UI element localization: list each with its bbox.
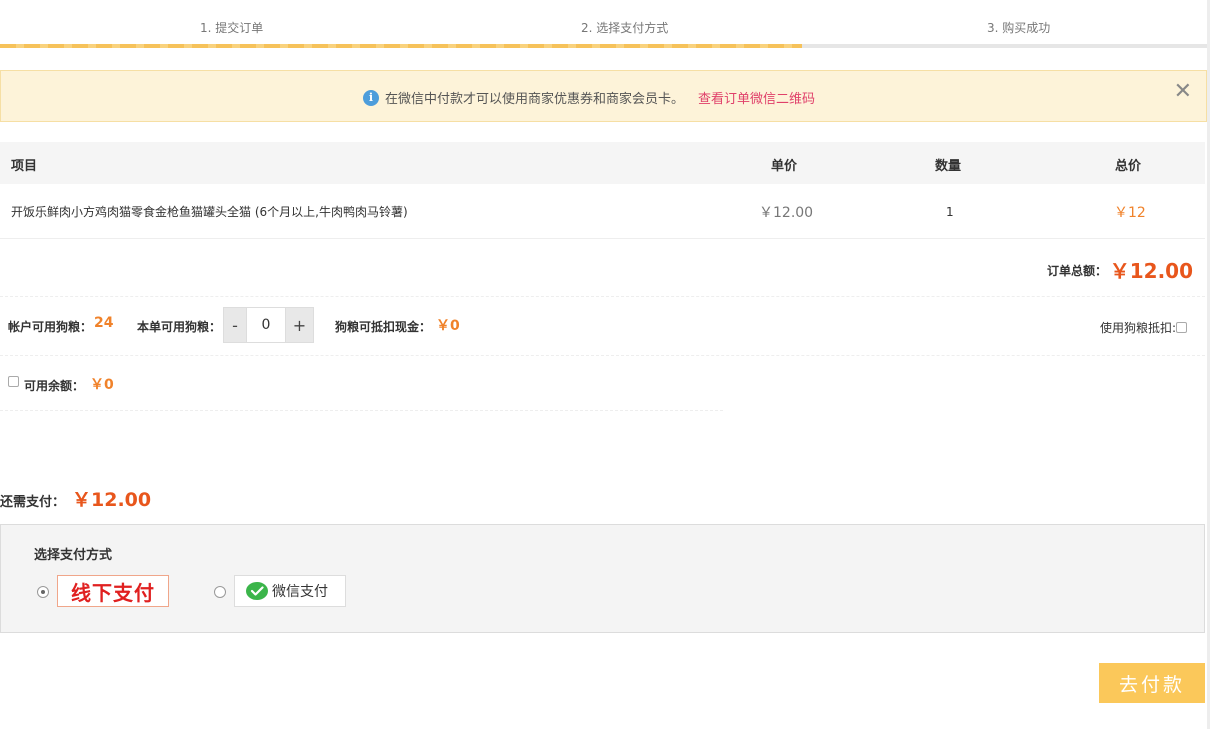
use-dog-food-label: 使用狗粮抵扣: (1099, 321, 1176, 335)
dog-food-cash-value: ￥0 (436, 318, 460, 334)
progress-track (0, 44, 1207, 48)
usable-dog-food-label: 本单可用狗粮： (137, 320, 222, 334)
dog-food-stepper: - + (223, 307, 314, 343)
balance-row: 可用余额： ￥0 (0, 356, 723, 411)
notice-content: i 在微信中付款才可以使用商家优惠券和商家会员卡。 查看订单微信二维码 (363, 88, 815, 107)
step-submit-order: 1. 提交订单 (200, 21, 264, 35)
header-total: 总价 (1115, 159, 1142, 174)
close-icon[interactable]: ✕ (1174, 81, 1192, 103)
step-choose-payment: 2. 选择支付方式 (581, 21, 669, 35)
account-dog-food-value: 24 (94, 315, 114, 331)
quantity: 1 (946, 205, 954, 219)
wechat-notice-banner: i 在微信中付款才可以使用商家优惠券和商家会员卡。 查看订单微信二维码 ✕ (0, 70, 1207, 122)
view-wechat-qr-link[interactable]: 查看订单微信二维码 (698, 88, 815, 107)
wechat-payment-radio[interactable] (214, 586, 226, 598)
header-unit-price: 单价 (771, 159, 798, 174)
use-balance-checkbox[interactable] (8, 376, 19, 387)
wechat-icon (246, 582, 268, 600)
dog-food-quantity-input[interactable] (246, 308, 286, 342)
header-item: 项目 (11, 159, 38, 174)
payment-method-title: 选择支付方式 (34, 548, 113, 563)
step-purchase-success: 3. 购买成功 (987, 21, 1051, 35)
payment-method-panel: 选择支付方式 线下支付 微信支付 (0, 524, 1205, 633)
product-name: 开饭乐鲜肉小方鸡肉猫零食金枪鱼猫罐头全猫 (6个月以上,牛肉鸭肉马铃薯) (11, 205, 408, 219)
info-icon: i (363, 89, 379, 106)
use-dog-food-checkbox[interactable] (1176, 322, 1187, 333)
wechat-payment-label: 微信支付 (272, 584, 328, 600)
balance-value: ￥0 (90, 377, 114, 393)
offline-payment-option[interactable]: 线下支付 (57, 575, 169, 607)
header-quantity: 数量 (935, 159, 962, 174)
amount-due-value: ￥12.00 (72, 489, 152, 511)
line-total: ￥12 (1114, 205, 1146, 221)
notice-text: 在微信中付款才可以使用商家优惠券和商家会员卡。 (385, 92, 685, 107)
wechat-payment-option[interactable]: 微信支付 (234, 575, 346, 607)
unit-price: ￥12.00 (759, 205, 814, 221)
dog-food-row: 帐户可用狗粮： 24 本单可用狗粮： - + 狗粮可抵扣现金： ￥0 使用狗粮抵… (0, 297, 1205, 356)
order-table-header: 项目 单价 数量 总价 (0, 142, 1205, 184)
dog-food-cash-label: 狗粮可抵扣现金： (335, 320, 432, 334)
order-total-label: 订单总额： (1046, 264, 1107, 278)
order-total-value: ￥12.00 (1109, 259, 1193, 283)
use-dog-food-toggle[interactable]: 使用狗粮抵扣: (1100, 319, 1187, 336)
offline-payment-label: 线下支付 (71, 580, 155, 605)
progress-fill (0, 44, 802, 48)
amount-due-label: 还需支付： (0, 495, 66, 510)
increase-button[interactable]: + (286, 308, 313, 342)
account-dog-food-label: 帐户可用狗粮： (8, 320, 93, 334)
order-total-row: 订单总额： ￥12.00 (0, 239, 1205, 297)
table-row: 开饭乐鲜肉小方鸡肉猫零食金枪鱼猫罐头全猫 (6个月以上,牛肉鸭肉马铃薯) ￥12… (0, 184, 1205, 239)
decrease-button[interactable]: - (224, 308, 246, 342)
balance-label: 可用余额： (24, 379, 85, 393)
pay-button[interactable]: 去付款 (1099, 663, 1205, 703)
progress-steps: 1. 提交订单 2. 选择支付方式 3. 购买成功 (0, 0, 1207, 48)
offline-payment-radio[interactable] (37, 586, 49, 598)
